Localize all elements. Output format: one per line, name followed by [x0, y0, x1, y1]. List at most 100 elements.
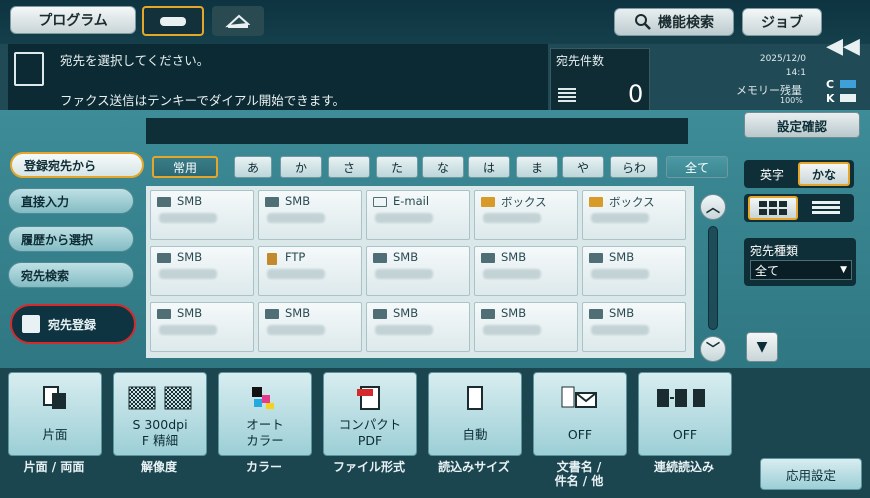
destination-type-select[interactable]: 全て ▼	[750, 260, 852, 280]
destination-type-text: SMB	[285, 306, 311, 320]
destination-cell[interactable]: SMB	[474, 302, 578, 352]
list-view-icon	[812, 201, 840, 214]
redacted-name	[159, 213, 217, 223]
tab-favorites[interactable]: 常用	[152, 156, 218, 178]
pc-icon	[373, 253, 387, 263]
function-label: 片面 / 両面	[23, 460, 85, 474]
tab-ta[interactable]: た	[376, 156, 418, 178]
function-value-text: コンパクト	[338, 417, 402, 432]
destination-type-text: SMB	[501, 306, 527, 320]
destination-type-text: SMB	[177, 306, 203, 320]
list-view-button[interactable]	[802, 198, 850, 218]
redacted-name	[591, 213, 649, 223]
destination-cell[interactable]: SMB	[150, 302, 254, 352]
scroll-up-button[interactable]: ︿	[700, 194, 726, 220]
nav-direct-input[interactable]: 直接入力	[8, 188, 134, 214]
pc-icon	[373, 309, 387, 319]
chevron-down-icon: ▼	[840, 265, 847, 275]
function-label: 解像度	[140, 460, 177, 474]
tab-sa[interactable]: さ	[328, 156, 370, 178]
continuous-scan-icon	[655, 385, 715, 415]
tab-a[interactable]: あ	[234, 156, 272, 178]
box-icon	[589, 197, 603, 207]
tab-ha[interactable]: は	[468, 156, 510, 178]
collapse-panel-button[interactable]: ◀◀	[826, 32, 860, 60]
pc-icon	[265, 197, 279, 207]
destination-cell[interactable]: SMB	[258, 302, 362, 352]
destination-cell[interactable]: SMB	[366, 246, 470, 296]
function-label: カラー	[245, 460, 282, 474]
destination-cell[interactable]: SMB	[582, 302, 686, 352]
program-button[interactable]: プログラム	[10, 6, 136, 34]
function-label: 読込みサイズ	[438, 460, 510, 474]
kana-mode-button[interactable]: かな	[798, 162, 850, 186]
function-label: 文書名 / 件名 / 他	[554, 460, 604, 488]
pc-icon	[157, 197, 171, 207]
phone-icon	[160, 17, 186, 26]
pc-icon	[265, 309, 279, 319]
tab-all[interactable]: 全て	[666, 156, 728, 178]
function-button-pdf[interactable]: コンパクト PDF	[323, 372, 417, 456]
register-destination-button[interactable]: 宛先登録	[10, 304, 136, 344]
ftp-icon	[267, 253, 277, 265]
destination-cell[interactable]: SMB	[474, 246, 578, 296]
destination-type-text: SMB	[285, 194, 311, 208]
simplex-icon	[40, 385, 70, 415]
mail-icon	[373, 197, 387, 207]
date-text: 2025/12/0	[759, 54, 806, 64]
nav-registered-destination[interactable]: 登録宛先から	[10, 152, 144, 178]
destination-cell[interactable]: ボックス	[582, 190, 686, 240]
function-value-text: オート	[246, 417, 284, 432]
destination-cell[interactable]: FTP	[258, 246, 362, 296]
function-button-page-size[interactable]: 自動	[428, 372, 522, 456]
function-search-button[interactable]: 機能検索	[614, 8, 734, 36]
document-icon	[14, 52, 44, 86]
toner-indicator: C K	[826, 78, 862, 108]
redacted-name	[375, 269, 433, 279]
destination-input-bar[interactable]	[146, 118, 688, 144]
settings-confirm-button[interactable]: 設定確認	[744, 112, 860, 138]
scroll-down-button[interactable]: ﹀	[700, 336, 726, 362]
function-button-continuous-scan[interactable]: OFF	[638, 372, 732, 456]
destination-cell[interactable]: SMB	[150, 246, 254, 296]
tab-ka[interactable]: か	[280, 156, 322, 178]
destination-cell[interactable]: SMB	[366, 302, 470, 352]
destination-type-text: FTP	[285, 250, 306, 264]
function-value-text: OFF	[567, 427, 593, 442]
function-button-color[interactable]: オート カラー	[218, 372, 312, 456]
redacted-name	[267, 213, 325, 223]
nav-history[interactable]: 履歴から選択	[8, 226, 134, 252]
function-button-document-name[interactable]: OFF	[533, 372, 627, 456]
tab-na[interactable]: な	[422, 156, 464, 178]
search-icon	[635, 14, 651, 30]
color-icon	[250, 385, 280, 415]
redacted-name	[159, 325, 217, 335]
apply-settings-button[interactable]: 応用設定	[760, 458, 862, 490]
destination-type-text: SMB	[393, 306, 419, 320]
alphabet-mode-button[interactable]: 英字	[748, 164, 796, 184]
function-value-text: 自動	[462, 427, 488, 442]
toner-c: C	[826, 78, 835, 91]
destination-cell[interactable]: E-mail	[366, 190, 470, 240]
redacted-name	[591, 269, 649, 279]
destination-cell[interactable]: SMB	[150, 190, 254, 240]
scrollbar[interactable]	[708, 226, 718, 330]
scan-mode-tab[interactable]	[212, 6, 264, 36]
destination-cell[interactable]: ボックス	[474, 190, 578, 240]
tab-rawa[interactable]: らわ	[610, 156, 658, 178]
grid-view-button[interactable]	[748, 196, 798, 220]
message-line-1: 宛先を選択してください。	[60, 53, 210, 68]
page-down-button[interactable]: ▼	[746, 332, 778, 362]
destination-cell[interactable]: SMB	[258, 190, 362, 240]
function-value-text: F 精細	[141, 433, 179, 448]
tab-ya[interactable]: や	[562, 156, 604, 178]
destination-cell[interactable]: SMB	[582, 246, 686, 296]
tab-ma[interactable]: ま	[516, 156, 558, 178]
nav-destination-search[interactable]: 宛先検索	[8, 262, 134, 288]
resolution-icon	[125, 385, 195, 415]
function-button-simplex[interactable]: 片面	[8, 372, 102, 456]
fax-mode-tab[interactable]	[142, 6, 204, 36]
destination-type-value: 全て	[755, 263, 780, 278]
job-button[interactable]: ジョブ	[742, 8, 822, 36]
function-button-resolution[interactable]: S 300dpi F 精細	[113, 372, 207, 456]
